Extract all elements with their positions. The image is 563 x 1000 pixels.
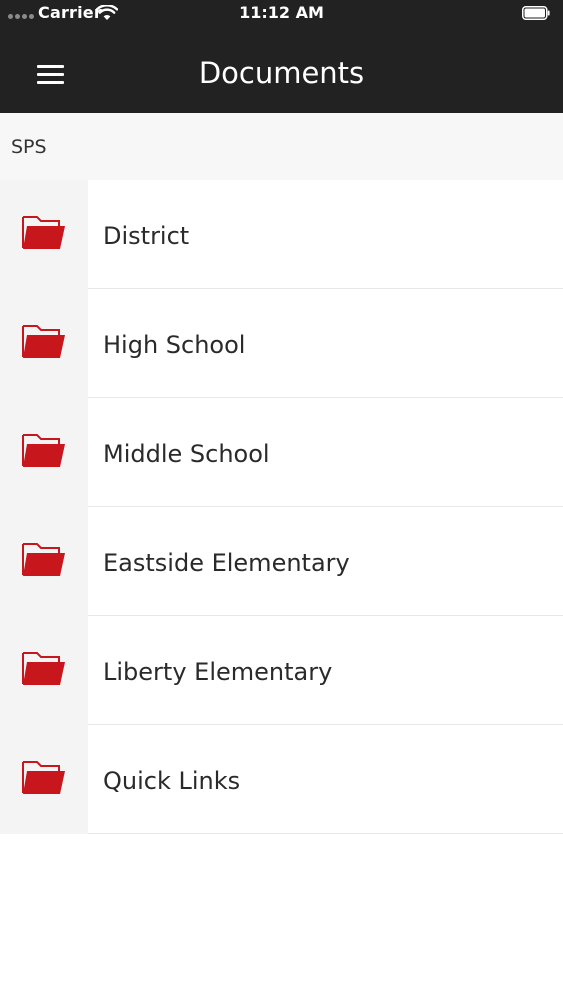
folder-list: District High School Middle School Easts… xyxy=(0,180,563,834)
folder-row-liberty-elementary[interactable]: Liberty Elementary xyxy=(0,616,563,725)
folder-icon xyxy=(22,652,65,685)
divider xyxy=(88,833,563,834)
folder-label: Liberty Elementary xyxy=(103,658,333,686)
page-title: Documents xyxy=(198,56,365,90)
folder-label: Eastside Elementary xyxy=(103,549,350,577)
status-time: 11:12 AM xyxy=(239,3,324,22)
screen: Carrier 11:12 AM Documents SPS District … xyxy=(0,0,563,1000)
folder-icon xyxy=(22,434,65,467)
navigation-bar: Documents xyxy=(0,30,563,113)
folder-row-eastside-elementary[interactable]: Eastside Elementary xyxy=(0,507,563,616)
folder-row-quick-links[interactable]: Quick Links xyxy=(0,725,563,834)
folder-icon xyxy=(22,761,65,794)
folder-label: District xyxy=(103,222,190,250)
folder-icon-cell xyxy=(0,289,88,398)
folder-icon-cell xyxy=(0,507,88,616)
breadcrumb-label: SPS xyxy=(11,136,47,158)
folder-row-middle-school[interactable]: Middle School xyxy=(0,398,563,507)
folder-icon-cell xyxy=(0,398,88,507)
folder-icon-cell xyxy=(0,616,88,725)
folder-label: High School xyxy=(103,331,246,359)
battery-icon xyxy=(522,6,550,20)
folder-label: Middle School xyxy=(103,440,270,468)
folder-row-high-school[interactable]: High School xyxy=(0,289,563,398)
folder-icon-cell xyxy=(0,725,88,834)
status-bar: Carrier 11:12 AM xyxy=(0,0,563,30)
folder-icon xyxy=(22,216,65,249)
top-bar: Carrier 11:12 AM Documents xyxy=(0,0,563,113)
folder-icon-cell xyxy=(0,180,88,289)
folder-row-district[interactable]: District xyxy=(0,180,563,289)
folder-icon xyxy=(22,543,65,576)
folder-icon xyxy=(22,325,65,358)
folder-label: Quick Links xyxy=(103,767,241,795)
breadcrumb: SPS xyxy=(0,113,563,180)
